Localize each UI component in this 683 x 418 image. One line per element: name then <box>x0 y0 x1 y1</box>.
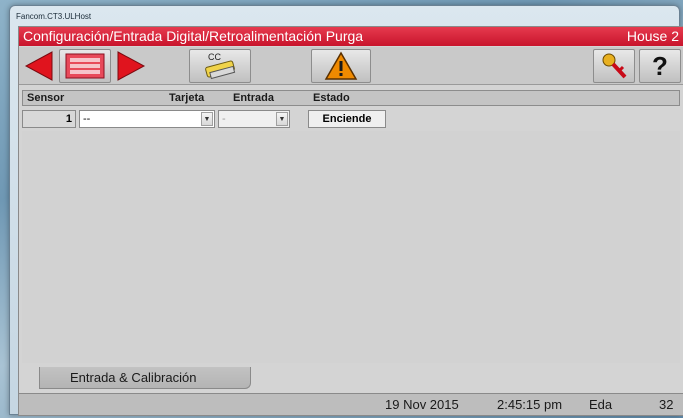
toolbar: CC ? <box>19 47 683 85</box>
tab-entrada-calibracion[interactable]: Entrada & Calibración <box>39 367 251 389</box>
entrada-value: - <box>222 113 226 125</box>
chevron-down-icon: ▼ <box>276 112 288 126</box>
status-code: Eda <box>589 397 613 412</box>
window-title: Fancom.CT3.ULHost <box>16 12 92 21</box>
next-button[interactable] <box>113 49 149 83</box>
status-bar: 19 Nov 2015 2:45:15 pm Eda 32 <box>19 393 683 415</box>
cc-equipment-icon: CC <box>205 52 236 80</box>
entrada-select[interactable]: - ▼ <box>218 110 290 128</box>
help-button[interactable]: ? <box>639 49 681 83</box>
house-label: House 2 <box>626 28 679 44</box>
arrow-right-icon <box>117 51 146 81</box>
cc-button[interactable]: CC <box>189 49 251 83</box>
page-header: Configuración/Entrada Digital/Retroalime… <box>19 27 683 46</box>
arrow-left-icon <box>24 51 53 81</box>
column-header-sensor: Sensor <box>27 92 65 104</box>
cc-label: CC <box>208 52 221 62</box>
status-date: 19 Nov 2015 <box>385 397 459 412</box>
table-row: 1 -- ▼ - ▼ Enciende <box>22 109 680 129</box>
column-header-estado: Estado <box>313 92 350 104</box>
keys-icon <box>602 53 627 79</box>
table-header: Sensor Tarjeta Entrada Estado <box>22 90 680 106</box>
app-window: Fancom.CT3.ULHost Configuración/Entrada … <box>9 5 683 416</box>
alarm-button[interactable] <box>311 49 371 83</box>
column-header-entrada: Entrada <box>233 92 274 104</box>
tarjeta-value: -- <box>83 113 91 125</box>
warning-icon <box>324 51 358 80</box>
sensor-number: 1 <box>22 110 76 128</box>
column-header-tarjeta: Tarjeta <box>169 92 205 104</box>
chevron-down-icon: ▼ <box>201 112 213 126</box>
content-area <box>22 131 680 363</box>
tarjeta-select[interactable]: -- ▼ <box>79 110 215 128</box>
keys-button[interactable] <box>593 49 635 83</box>
list-button[interactable] <box>59 49 111 83</box>
list-icon <box>65 53 105 79</box>
app-client: Configuración/Entrada Digital/Retroalime… <box>18 26 683 416</box>
status-number: 32 <box>659 397 674 412</box>
status-time: 2:45:15 pm <box>497 397 563 412</box>
prev-button[interactable] <box>21 49 57 83</box>
breadcrumb: Configuración/Entrada Digital/Retroalime… <box>23 28 364 44</box>
estado-button[interactable]: Enciende <box>308 110 386 128</box>
